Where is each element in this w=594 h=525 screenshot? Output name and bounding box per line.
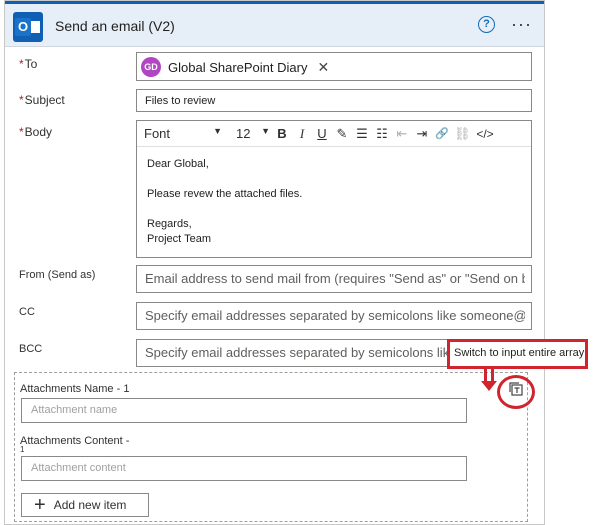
code-view-icon[interactable]: </>: [474, 127, 496, 141]
required-marker: *: [19, 57, 24, 71]
attachments-name-label: Attachments Name - 1: [20, 383, 130, 395]
italic-icon[interactable]: I: [294, 126, 310, 142]
bold-icon[interactable]: B: [274, 126, 290, 141]
font-size-dropdown[interactable]: 12 ▼: [236, 126, 270, 141]
attachment-name-placeholder: Attachment name: [31, 404, 118, 416]
link-icon[interactable]: 🔗: [434, 127, 450, 140]
chevron-down-icon: ▼: [213, 126, 222, 136]
avatar: GD: [141, 57, 161, 77]
add-new-item-button[interactable]: + Add new item: [21, 493, 149, 517]
cc-placeholder: Specify email addresses separated by sem…: [145, 308, 525, 323]
attachments-content-index: 1: [20, 445, 25, 454]
body-line: [147, 202, 302, 217]
subject-input[interactable]: Files to review: [136, 89, 532, 112]
body-line: Dear Global,: [147, 158, 209, 170]
body-line: Please revew the attached files.: [147, 188, 303, 200]
to-field[interactable]: GD Global SharePoint Diary ✕: [136, 52, 532, 81]
bullet-list-icon[interactable]: ☰: [354, 126, 370, 142]
body-content[interactable]: Dear Global, Please revew the attached f…: [147, 157, 302, 247]
switch-array-tooltip: Switch to input entire array: [447, 339, 588, 369]
tooltip-text: Switch to input entire array: [454, 347, 585, 359]
to-label: *To: [19, 57, 38, 71]
unlink-icon[interactable]: ⛓: [454, 126, 471, 142]
add-new-item-label: Add new item: [53, 498, 127, 512]
plus-icon: +: [34, 494, 46, 516]
from-label: From (Send as): [19, 269, 96, 281]
highlight-icon[interactable]: ✎: [334, 126, 350, 142]
action-header[interactable]: O Send an email (V2) ? ···: [5, 1, 544, 47]
font-dropdown[interactable]: Font ▼: [144, 126, 222, 141]
body-line: Regards,: [147, 218, 192, 230]
subject-label: *Subject: [19, 93, 65, 107]
attachments-content-label: Attachments Content -: [20, 435, 130, 447]
body-line: [147, 172, 302, 187]
chevron-down-icon: ▼: [261, 126, 270, 136]
outlook-icon: O: [13, 12, 43, 42]
attachment-content-input[interactable]: Attachment content: [21, 456, 467, 481]
attachments-array: Attachments Name - 1 Attachment name Att…: [14, 372, 528, 522]
bcc-label: BCC: [19, 343, 43, 355]
recipient-name: Global SharePoint Diary: [168, 59, 308, 75]
numbered-list-icon[interactable]: ☷: [374, 126, 390, 142]
annotation-arrow-head: [481, 381, 497, 391]
help-icon[interactable]: ?: [478, 16, 495, 33]
cc-label: CC: [19, 306, 35, 318]
from-placeholder: Email address to send mail from (require…: [145, 271, 525, 286]
from-input[interactable]: Email address to send mail from (require…: [136, 265, 532, 293]
outdent-icon[interactable]: ⇤: [394, 126, 410, 142]
indent-icon[interactable]: ⇥: [414, 126, 430, 142]
body-line: Project Team: [147, 233, 211, 245]
required-marker: *: [19, 93, 24, 107]
subject-value: Files to review: [145, 95, 216, 107]
body-editor[interactable]: Font ▼ 12 ▼ B I U ✎ ☰ ☷ ⇤ ⇥ 🔗 ⛓ </> Dear G…: [136, 120, 532, 258]
body-label: *Body: [19, 125, 53, 139]
attachment-name-input[interactable]: Attachment name: [21, 398, 467, 423]
action-title[interactable]: Send an email (V2): [55, 18, 175, 34]
underline-icon[interactable]: U: [314, 126, 330, 141]
attachment-content-placeholder: Attachment content: [31, 462, 126, 474]
more-options-icon[interactable]: ···: [511, 14, 532, 35]
required-marker: *: [19, 125, 24, 139]
switch-to-array-icon[interactable]: [509, 382, 523, 396]
recipient-token: GD Global SharePoint Diary ✕: [141, 56, 329, 78]
remove-recipient-icon[interactable]: ✕: [317, 59, 329, 76]
rich-text-toolbar: Font ▼ 12 ▼ B I U ✎ ☰ ☷ ⇤ ⇥ 🔗 ⛓ </>: [137, 121, 531, 147]
cc-input[interactable]: Specify email addresses separated by sem…: [136, 302, 532, 330]
